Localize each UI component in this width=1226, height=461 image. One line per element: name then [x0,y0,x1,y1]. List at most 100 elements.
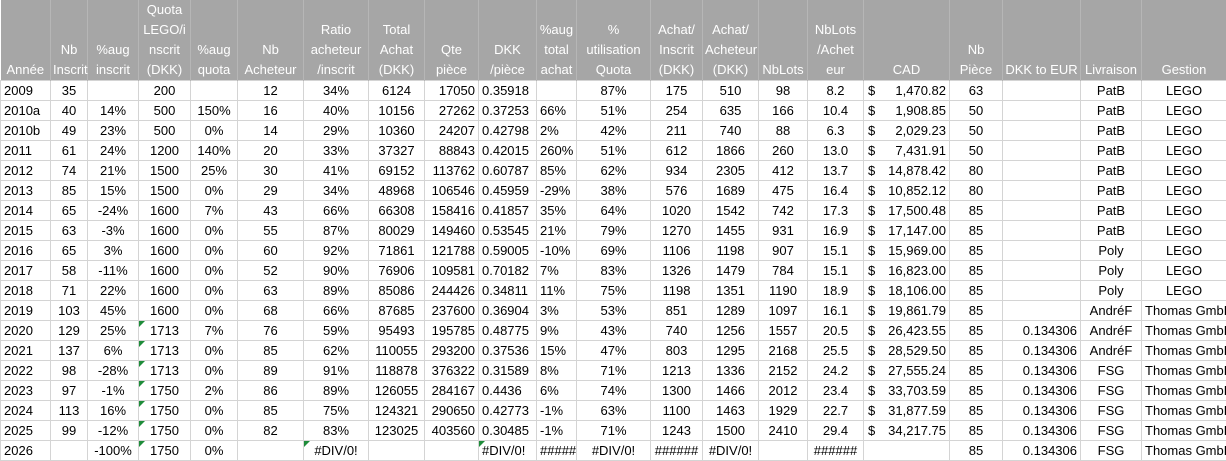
table-cell[interactable]: -28% [88,361,139,381]
table-cell[interactable]: 43% [577,321,651,341]
table-cell[interactable]: ##### [537,441,577,461]
table-cell[interactable]: 2019 [1,301,51,321]
table-cell[interactable]: Thomas GmbH [1142,361,1226,381]
table-cell[interactable]: 1479 [703,261,759,281]
table-cell[interactable]: 0.35918 [479,81,537,101]
table-cell[interactable]: 51% [577,101,651,121]
table-cell[interactable]: 87% [577,81,651,101]
table-cell[interactable]: 2025 [1,421,51,441]
table-cell[interactable]: 95493 [369,321,425,341]
table-cell[interactable]: 0.34811 [479,281,537,301]
table-cell[interactable]: #DIV/0! [304,441,369,461]
table-cell[interactable]: 0.30485 [479,421,537,441]
table-cell[interactable]: 42% [577,121,651,141]
table-cell[interactable] [1003,81,1081,101]
table-cell[interactable] [537,81,577,101]
table-cell[interactable]: 15% [537,341,577,361]
table-cell[interactable]: 0% [191,281,238,301]
table-cell[interactable]: FSG [1081,421,1142,441]
column-header[interactable]: Ratio acheteur /inscrit [304,0,369,81]
table-cell[interactable]: 2410 [759,421,808,441]
table-cell[interactable]: 1750 [139,421,191,441]
table-cell[interactable]: 62% [304,341,369,361]
table-cell[interactable]: 2023 [1,381,51,401]
table-cell[interactable]: 76 [238,321,304,341]
table-cell[interactable]: 0.134306 [1003,421,1081,441]
table-cell[interactable]: 86 [238,381,304,401]
table-cell[interactable]: -10% [537,241,577,261]
table-cell[interactable]: 0% [191,361,238,381]
table-cell[interactable]: 40 [51,101,88,121]
table-cell[interactable]: 98 [51,361,88,381]
table-cell[interactable]: 0.37253 [479,101,537,121]
table-cell[interactable]: 0.134306 [1003,401,1081,421]
table-cell[interactable]: 0% [191,341,238,361]
table-cell[interactable]: 63% [577,401,651,421]
table-cell[interactable]: 41% [304,161,369,181]
table-cell[interactable]: 7% [191,201,238,221]
table-cell[interactable]: 200 [139,81,191,101]
table-cell[interactable]: 0.4436 [479,381,537,401]
table-cell[interactable]: 69152 [369,161,425,181]
table-cell[interactable] [1003,221,1081,241]
table-cell[interactable]: 85 [51,181,88,201]
table-cell[interactable]: 66% [537,101,577,121]
table-cell[interactable]: 6124 [369,81,425,101]
table-cell[interactable]: 0% [191,441,238,461]
table-cell[interactable] [425,441,479,461]
table-cell[interactable]: 63 [950,81,1003,101]
column-header[interactable]: DKK /pièce [479,0,537,81]
table-cell[interactable]: 113762 [425,161,479,181]
table-cell[interactable]: $19,861.79 [864,301,950,321]
table-cell[interactable]: 9% [537,321,577,341]
table-cell[interactable]: 140% [191,141,238,161]
table-cell[interactable]: 16.4 [808,181,864,201]
table-cell[interactable]: Thomas GmbH [1142,441,1226,461]
table-cell[interactable]: $27,555.24 [864,361,950,381]
table-cell[interactable]: 742 [759,201,808,221]
table-cell[interactable]: 121788 [425,241,479,261]
table-cell[interactable]: 260% [537,141,577,161]
table-cell[interactable]: 15.1 [808,241,864,261]
table-cell[interactable]: 24207 [425,121,479,141]
table-cell[interactable]: 2168 [759,341,808,361]
table-cell[interactable]: 412 [759,161,808,181]
table-cell[interactable]: $17,147.00 [864,221,950,241]
table-cell[interactable]: LEGO [1142,81,1226,101]
table-cell[interactable] [238,441,304,461]
table-cell[interactable]: 88843 [425,141,479,161]
table-cell[interactable]: 68 [238,301,304,321]
table-cell[interactable]: 29 [238,181,304,201]
table-cell[interactable]: 0% [191,121,238,141]
table-cell[interactable]: 1713 [139,341,191,361]
table-cell[interactable]: 14 [238,121,304,141]
table-cell[interactable]: $28,529.50 [864,341,950,361]
table-cell[interactable]: 0.48775 [479,321,537,341]
column-header[interactable]: Nb Inscrit [51,0,88,81]
table-cell[interactable]: 1351 [703,281,759,301]
table-cell[interactable]: 29.4 [808,421,864,441]
table-cell[interactable]: 376322 [425,361,479,381]
table-cell[interactable]: 23% [88,121,139,141]
table-cell[interactable]: 99 [51,421,88,441]
table-cell[interactable]: 403560 [425,421,479,441]
table-cell[interactable]: ###### [651,441,703,461]
table-cell[interactable]: 60 [238,241,304,261]
table-cell[interactable]: PatB [1081,221,1142,241]
table-cell[interactable]: 71861 [369,241,425,261]
table-cell[interactable]: 34% [304,81,369,101]
table-cell[interactable]: 43 [238,201,304,221]
table-cell[interactable]: $14,878.42 [864,161,950,181]
table-cell[interactable]: #DIV/0! [703,441,759,461]
table-cell[interactable]: 0.59005 [479,241,537,261]
table-cell[interactable] [864,441,950,461]
table-cell[interactable]: 17050 [425,81,479,101]
table-cell[interactable]: #DIV/0! [479,441,537,461]
table-cell[interactable]: 1256 [703,321,759,341]
table-cell[interactable]: 1500 [703,421,759,441]
table-cell[interactable]: 0% [191,241,238,261]
table-cell[interactable]: 21% [88,161,139,181]
table-cell[interactable]: 0% [191,421,238,441]
table-cell[interactable]: 293200 [425,341,479,361]
table-cell[interactable]: 1295 [703,341,759,361]
